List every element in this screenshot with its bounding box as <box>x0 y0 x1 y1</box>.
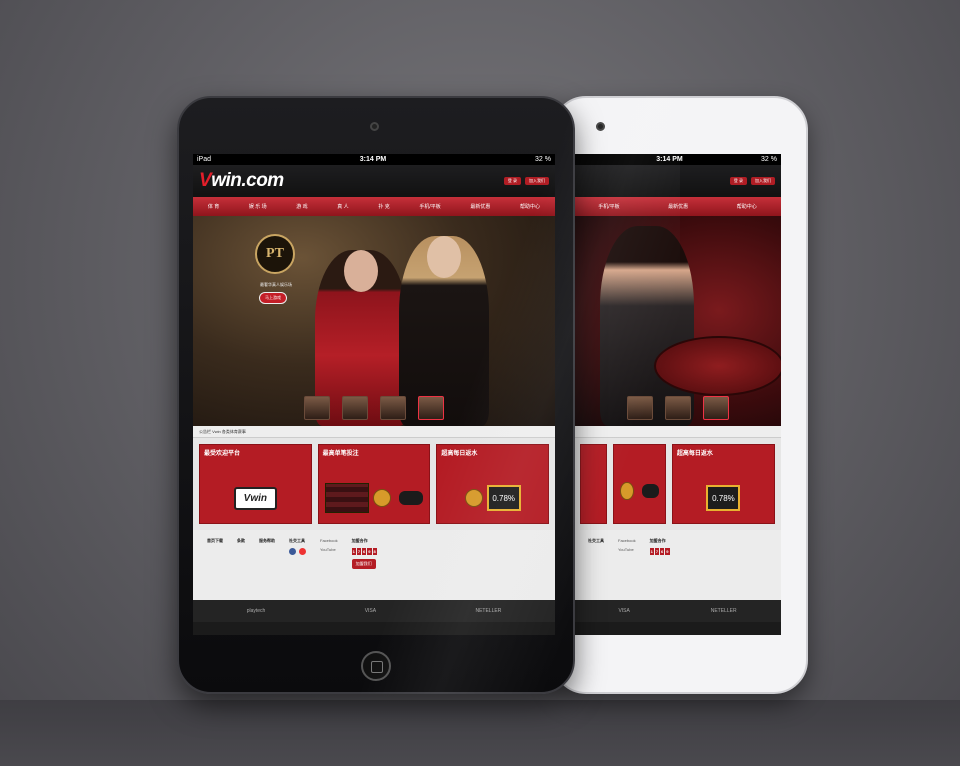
hero-banner <box>574 216 781 426</box>
facebook-link[interactable]: Facebook <box>618 538 636 543</box>
hero-thumb[interactable] <box>342 396 368 420</box>
site-header: Vwin.com 登 录加入我们 <box>193 165 555 197</box>
site-logo[interactable]: Vwin.com <box>199 170 284 192</box>
coin-icon <box>373 489 391 507</box>
promo-card[interactable]: 最高单笔投注 <box>317 444 431 524</box>
nav-item[interactable]: 手机/平板 <box>598 203 619 210</box>
screen-black: iPad 3:14 PM 32 % Vwin.com 登 录加入我们 体 育 娱… <box>193 154 555 635</box>
nav-item[interactable]: 最新优惠 <box>668 203 688 210</box>
facebook-link[interactable]: Facebook <box>320 538 338 543</box>
hero-banner: PT 最奢华真人娱乐场 马上游戏 <box>193 216 555 426</box>
copyright <box>193 622 555 635</box>
coin-icon <box>464 489 483 507</box>
nav-item[interactable]: 帮助中心 <box>520 203 540 210</box>
hero-thumb[interactable] <box>418 396 444 420</box>
screen-white: 3:14 PM 32 % 登 录加入我们 手机/平板 最新优惠 帮助中心 超高每… <box>574 154 781 635</box>
promo-card[interactable] <box>580 444 608 524</box>
copyright <box>574 622 781 635</box>
nav-item[interactable]: 游 戏 <box>296 203 307 210</box>
youtube-icon <box>299 548 306 555</box>
nav-item[interactable]: 手机/平板 <box>419 203 440 210</box>
gift-icon: 0.78% <box>706 485 741 511</box>
partner-logos: playtech VISA NETELLER <box>193 600 555 622</box>
hero-thumb[interactable] <box>664 396 691 420</box>
play-now-button[interactable]: 马上游戏 <box>259 292 287 304</box>
status-bar: 3:14 PM 32 % <box>574 154 781 165</box>
promo-card[interactable]: 超高每日返水 0.78% <box>671 444 775 524</box>
chips-icon <box>325 483 369 513</box>
casino-table-image <box>654 336 781 396</box>
vwin-device-image: Vwin <box>233 486 277 510</box>
site-footer: 社交工具 Facebook YouTube 加盟合作 1769 <box>574 530 781 600</box>
gift-icon: 0.78% <box>486 485 521 511</box>
nav-item[interactable]: 扑 克 <box>378 203 389 210</box>
main-nav: 体 育 娱 乐 场 游 戏 真 人 扑 克 手机/平板 最新优惠 帮助中心 <box>193 197 555 216</box>
hero-thumbs <box>193 396 555 420</box>
hand-icon <box>399 491 423 505</box>
promo-cards: 超高每日返水 0.78% <box>574 438 781 530</box>
nav-item[interactable]: 娱 乐 场 <box>249 203 267 210</box>
nav-item[interactable]: 真 人 <box>337 203 348 210</box>
counter: 17698 <box>351 548 377 555</box>
login-button[interactable]: 登 录 <box>503 177 521 185</box>
join-button[interactable]: 加入我们 <box>751 177 775 185</box>
hero-tagline: 最奢华真人娱乐场 <box>260 282 292 287</box>
social-row[interactable] <box>289 548 306 555</box>
status-bar: iPad 3:14 PM 32 % <box>193 154 555 165</box>
youtube-link[interactable]: YouTube <box>320 547 338 552</box>
login-button[interactable]: 登 录 <box>729 177 747 185</box>
join-button[interactable]: 加入我们 <box>525 177 549 185</box>
main-nav: 手机/平板 最新优惠 帮助中心 <box>574 197 781 216</box>
youtube-link[interactable]: YouTube <box>618 547 636 552</box>
hero-thumb[interactable] <box>702 396 729 420</box>
nav-item[interactable]: 最新优惠 <box>470 203 490 210</box>
pt-logo: PT <box>255 234 295 274</box>
marquee: 公告栏 Vwin 各类体育赛事 <box>193 426 555 438</box>
promo-card[interactable]: 最受欢迎平台 Vwin <box>199 444 312 524</box>
promo-cards: 最受欢迎平台 Vwin 最高单笔投注 超高每日返水 0.78% <box>193 438 555 530</box>
marquee <box>574 426 781 438</box>
nav-item[interactable]: 体 育 <box>208 203 219 210</box>
home-button[interactable] <box>361 651 391 681</box>
promo-card[interactable] <box>613 444 666 524</box>
promo-card[interactable]: 超高每日返水 0.78% <box>436 444 550 524</box>
floor-reflection <box>0 700 960 766</box>
coin-icon <box>620 482 634 500</box>
partner-logos: VISA NETELLER <box>574 600 781 622</box>
hero-thumb[interactable] <box>304 396 330 420</box>
hero-thumb[interactable] <box>380 396 406 420</box>
camera-icon <box>370 122 379 131</box>
join-us-button[interactable]: 加盟我们 <box>351 559 376 569</box>
hero-thumbs <box>574 396 781 420</box>
camera-icon <box>596 122 605 131</box>
hero-thumb[interactable] <box>626 396 653 420</box>
facebook-icon <box>289 548 296 555</box>
site-footer: 首页下载 条款 服务帮助 社交工具 Facebook YouTube 加盟合作 1… <box>193 530 555 600</box>
counter: 1769 <box>649 548 670 555</box>
hand-icon <box>641 484 659 498</box>
site-header: 登 录加入我们 <box>574 165 781 197</box>
nav-item[interactable]: 帮助中心 <box>737 203 757 210</box>
